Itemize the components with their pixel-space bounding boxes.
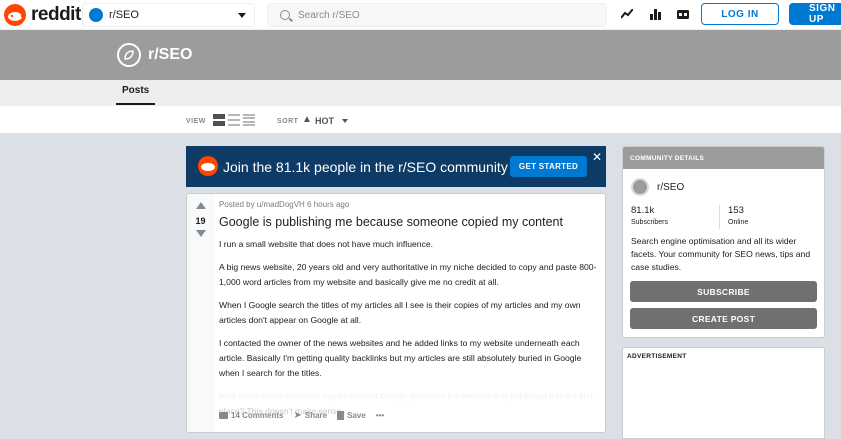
sort-chevron-down-icon[interactable] [342,119,348,123]
get-started-button[interactable]: GET STARTED [510,156,587,177]
sidebar-community-name: r/SEO [657,181,685,193]
close-icon[interactable]: ✕ [592,150,602,164]
sort-dropdown[interactable]: HOT [315,116,334,126]
sort-label: SORT [277,118,299,125]
comment-icon [219,412,228,419]
signup-button[interactable]: SIGN UP [789,3,841,25]
more-icon: ••• [375,411,385,420]
view-sort-bar [0,106,841,133]
top-header: reddit r/SEO Search r/SEO LOG IN SIGN UP [0,0,841,30]
classic-view-icon[interactable] [228,114,240,126]
community-dropdown[interactable]: r/SEO [82,3,255,27]
more-options-button[interactable]: ••• [376,411,384,420]
community-details-heading: COMMUNITY DETAILS [623,147,824,169]
post-paragraph: I run a small website that does not have… [219,239,434,249]
join-text: Join the 81.1k people in the r/SEO commu… [223,159,508,175]
snoo-icon [198,156,218,176]
subscribe-button[interactable]: SUBSCRIBE [630,281,817,302]
view-label: VIEW [186,118,206,125]
upvote-icon[interactable] [196,202,206,209]
closed-caption-icon[interactable] [676,7,690,21]
create-post-button[interactable]: CREATE POST [630,308,817,329]
vote-column: 19 [187,194,214,432]
advertisement-label: ADVERTISEMENT [627,353,687,360]
compact-view-icon[interactable] [243,114,255,126]
stats-icon[interactable] [648,7,662,21]
post-paragraph: A big news website, 20 years old and ver… [219,262,597,287]
chevron-down-icon [238,12,246,18]
comments-button[interactable]: 14 Comments [219,411,283,420]
community-avatar [631,178,649,196]
subreddit-title: r/SEO [148,46,193,63]
share-icon: ➤ [293,410,302,421]
search-placeholder: Search r/SEO [298,9,360,21]
subscribers-stat: 81.1k Subscribers [631,205,668,226]
vote-count: 19 [195,216,206,226]
search-icon [280,10,290,20]
post-actions: 14 Comments ➤ Share Save ••• [219,410,384,421]
reddit-logo[interactable]: reddit [4,4,81,26]
save-button[interactable]: Save [337,411,366,420]
card-view-icon[interactable] [213,114,225,126]
community-description: Search engine optimisation and all its w… [631,236,811,272]
subscribers-value: 81.1k [631,205,655,216]
community-icon [89,8,103,22]
post-fade-overlay [214,374,605,404]
flame-icon: ▲ [302,114,312,125]
reddit-snoo-icon [4,4,26,26]
stat-divider [719,205,720,229]
advertisement-card: ADVERTISEMENT [622,347,825,439]
online-label: Online [728,219,749,226]
header-icons [620,7,690,21]
online-value: 153 [728,205,744,216]
downvote-icon[interactable] [196,230,206,237]
sidebar-community[interactable]: r/SEO [631,178,684,196]
community-details-card: COMMUNITY DETAILS r/SEO 81.1k Subscriber… [622,146,825,338]
post-paragraph: When I Google search the titles of my ar… [219,300,581,325]
logo-text: reddit [31,4,81,25]
comments-label: 14 Comments [231,411,284,420]
login-button[interactable]: LOG IN [701,3,779,25]
view-options [213,114,255,126]
save-label: Save [347,411,366,420]
search-input[interactable]: Search r/SEO [267,3,607,27]
trending-icon[interactable] [620,7,634,21]
subscribers-label: Subscribers [631,219,668,226]
subreddit-icon [117,43,141,67]
post-meta: Posted by u/madDogVH 6 hours ago [219,200,350,209]
post-title[interactable]: Google is publishing me because someone … [219,215,563,229]
online-stat: 153 Online [728,205,748,226]
share-label: Share [304,411,328,420]
share-button[interactable]: ➤ Share [293,410,327,421]
post-card[interactable]: 19 Posted by u/madDogVH 6 hours ago Goog… [186,193,606,433]
community-dropdown-label: r/SEO [109,9,139,21]
bookmark-icon [337,411,345,420]
tab-posts[interactable]: Posts [116,85,156,105]
